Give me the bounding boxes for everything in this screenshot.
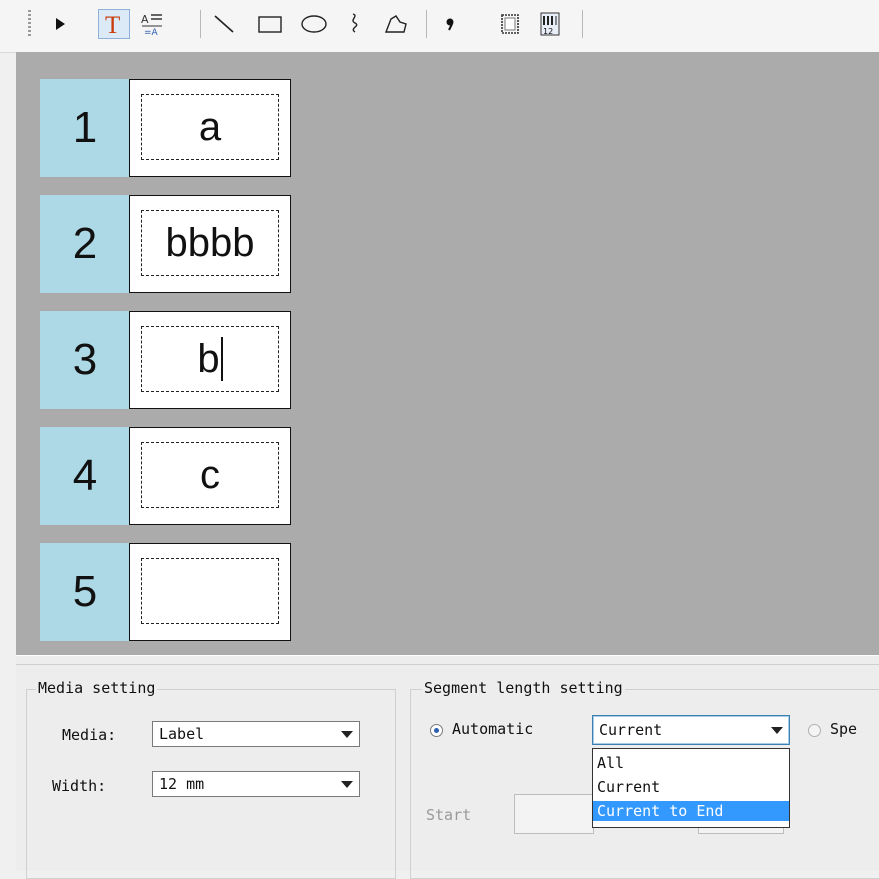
ellipse-icon: [301, 15, 327, 33]
segment-number: 4: [40, 427, 130, 525]
segment-number: 2: [40, 195, 130, 293]
specify-label: Spe: [830, 720, 858, 738]
line-tool-button[interactable]: [208, 9, 240, 39]
segment-text: b: [197, 336, 220, 381]
segment-text: c: [200, 452, 220, 497]
chevron-down-icon: [341, 781, 353, 788]
svg-text:=A: =A: [144, 28, 159, 36]
ellipse-tool-button[interactable]: [298, 9, 330, 39]
text-cursor: [220, 337, 223, 381]
media-setting-title: Media setting: [36, 679, 158, 697]
toolbar-separator: [426, 10, 427, 38]
width-select-value: 12 mm: [159, 775, 205, 793]
numbering-tool-button[interactable]: 12: [534, 9, 566, 39]
text-frame[interactable]: a: [141, 94, 279, 160]
media-select-value: Label: [159, 725, 205, 743]
media-label: Media:: [62, 726, 117, 744]
toolbar-separator: [200, 10, 201, 38]
segment-box[interactable]: a: [129, 79, 291, 177]
polygon-icon: [384, 15, 407, 33]
segment-number: 5: [40, 543, 130, 641]
label-canvas[interactable]: 1 a 2 bbbb 3 b 4 c 5: [16, 52, 879, 655]
segment-1[interactable]: 1 a: [40, 79, 292, 177]
segment-text: bbbb: [165, 220, 255, 265]
segment-number: 3: [40, 311, 130, 409]
automatic-radio[interactable]: [430, 724, 443, 737]
start-field[interactable]: [514, 794, 594, 834]
segment-box[interactable]: bbbb: [129, 195, 291, 293]
text-format-icon: A =A: [141, 13, 162, 36]
start-label: Start: [426, 806, 472, 824]
dropdown-option-current-to-end[interactable]: Current to End: [593, 801, 789, 821]
frame-icon: [501, 14, 519, 34]
segment-length-dropdown[interactable]: All Current Current to End: [592, 748, 790, 828]
frame-tool-button[interactable]: [494, 9, 526, 39]
media-select[interactable]: Label: [152, 721, 360, 747]
dropdown-option-all[interactable]: All: [593, 753, 789, 773]
svg-text:12: 12: [543, 27, 553, 36]
text-tool-button[interactable]: T: [98, 9, 130, 39]
segment-box[interactable]: c: [129, 427, 291, 525]
automatic-label: Automatic: [452, 720, 534, 738]
segment-box[interactable]: b: [129, 311, 291, 409]
rectangle-icon: [258, 16, 282, 33]
segment-4[interactable]: 4 c: [40, 427, 292, 525]
toolbar-grip[interactable]: [28, 10, 31, 36]
text-frame[interactable]: b: [141, 326, 279, 392]
polygon-tool-button[interactable]: [380, 9, 412, 39]
freehand-icon: [352, 13, 358, 33]
chevron-down-icon: [771, 727, 783, 734]
segment-length-select-value: Current: [599, 721, 663, 739]
segment-length-select[interactable]: Current: [592, 715, 790, 745]
segment-box[interactable]: [129, 543, 291, 641]
rectangle-tool-button[interactable]: [254, 9, 286, 39]
svg-text:T: T: [105, 12, 120, 37]
toolbar: T A =A 12: [0, 0, 879, 53]
numbering-icon: 12: [540, 12, 560, 36]
text-frame[interactable]: bbbb: [141, 210, 279, 276]
segment-text: a: [198, 104, 222, 149]
text-frame[interactable]: [141, 558, 279, 624]
svg-text:A: A: [141, 13, 149, 26]
text-format-button[interactable]: A =A: [136, 9, 168, 39]
toolbar-separator: [582, 10, 583, 38]
width-select[interactable]: 12 mm: [152, 771, 360, 797]
select-tool-button[interactable]: [44, 9, 76, 39]
segment-3[interactable]: 3 b: [40, 311, 292, 409]
dropdown-option-current[interactable]: Current: [593, 777, 789, 797]
segment-5[interactable]: 5: [40, 543, 292, 641]
freehand-tool-button[interactable]: [338, 9, 370, 39]
segment-2[interactable]: 2 bbbb: [40, 195, 292, 293]
line-icon: [214, 15, 234, 33]
text-t-icon: T: [105, 12, 120, 37]
segment-number: 1: [40, 79, 130, 177]
panel-divider: [16, 664, 879, 665]
specify-radio[interactable]: [808, 724, 821, 737]
pointer-arrow-icon: [56, 18, 65, 30]
segment-length-title: Segment length setting: [422, 679, 625, 697]
symbol-tool-button[interactable]: [434, 9, 466, 39]
chevron-down-icon: [341, 731, 353, 738]
width-label: Width:: [52, 777, 107, 795]
symbol-icon: [446, 18, 454, 31]
text-frame[interactable]: c: [141, 442, 279, 508]
